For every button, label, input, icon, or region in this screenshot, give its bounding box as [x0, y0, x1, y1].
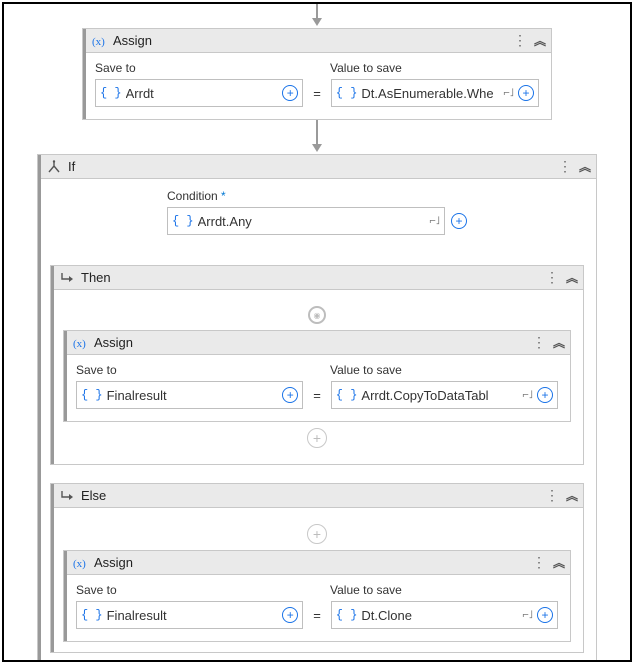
more-menu[interactable]: ⋮ [513, 32, 528, 49]
braces-icon: { } [81, 388, 103, 402]
add-button[interactable]: + [282, 387, 298, 403]
arrow-in-icon [309, 4, 325, 28]
value-label: Value to save [330, 363, 558, 377]
expand-icon[interactable]: ⌐˩ [429, 215, 440, 227]
equals-icon: = [311, 388, 323, 403]
braces-icon: { } [336, 388, 358, 402]
collapse-icon[interactable]: ︽ [579, 158, 588, 175]
variable-icon: (x) [72, 555, 88, 571]
value-label: Value to save [330, 61, 539, 75]
save-to-input[interactable]: { } Finalresult + [76, 601, 303, 629]
then-activity[interactable]: Then ⋮ ︽ ◉ (x) Assign ⋮ ︽ Save to Value … [50, 265, 584, 465]
add-activity-button[interactable]: + [63, 524, 571, 544]
add-button[interactable]: + [451, 213, 467, 229]
activity-title: Assign [94, 555, 526, 570]
more-menu[interactable]: ⋮ [545, 487, 560, 504]
value-input[interactable]: { } Dt.Clone ⌐˩ + [331, 601, 558, 629]
collapse-icon[interactable]: ︽ [566, 269, 575, 286]
expand-icon[interactable]: ⌐˩ [522, 609, 533, 621]
activity-title: Assign [94, 335, 526, 350]
save-to-label: Save to [76, 583, 304, 597]
more-menu[interactable]: ⋮ [545, 269, 560, 286]
braces-icon: { } [336, 608, 358, 622]
sub-arrow-icon [59, 270, 75, 286]
equals-icon: = [311, 86, 323, 101]
expand-icon[interactable]: ⌐˩ [503, 87, 514, 99]
value-label: Value to save [330, 583, 558, 597]
assign-activity-then[interactable]: (x) Assign ⋮ ︽ Save to Value to save { }… [63, 330, 571, 422]
collapse-icon[interactable]: ︽ [534, 32, 543, 49]
workflow-canvas: (x) Assign ⋮ ︽ Save to Value to save { }… [2, 2, 632, 662]
activity-title: Then [81, 270, 539, 285]
activity-title: Assign [113, 33, 507, 48]
collapse-icon[interactable]: ︽ [553, 334, 562, 351]
save-to-input[interactable]: { } Finalresult + [76, 381, 303, 409]
condition-label: Condition * [167, 189, 467, 203]
svg-text:(x): (x) [92, 36, 105, 48]
branch-icon [46, 159, 62, 175]
more-menu[interactable]: ⋮ [532, 334, 547, 351]
variable-icon: (x) [72, 335, 88, 351]
assign-activity-else[interactable]: (x) Assign ⋮ ︽ Save to Value to save { }… [63, 550, 571, 642]
value-input[interactable]: { } Dt.AsEnumerable.Whe ⌐˩ + [331, 79, 539, 107]
save-to-input[interactable]: { } Arrdt + [95, 79, 303, 107]
condition-input[interactable]: { } Arrdt.Any ⌐˩ [167, 207, 445, 235]
else-activity[interactable]: Else ⋮ ︽ + (x) Assign ⋮ ︽ Save to Value … [50, 483, 584, 653]
variable-icon: (x) [91, 33, 107, 49]
sub-arrow-icon [59, 488, 75, 504]
equals-icon: = [311, 608, 323, 623]
add-activity-button[interactable]: + [63, 428, 571, 448]
braces-icon: { } [100, 86, 122, 100]
add-button[interactable]: + [282, 607, 298, 623]
braces-icon: { } [172, 214, 194, 228]
value-input[interactable]: { } Arrdt.CopyToDataTabl ⌐˩ + [331, 381, 558, 409]
add-activity-icon[interactable]: ◉ [63, 306, 571, 324]
if-activity[interactable]: If ⋮ ︽ Condition * { } Arrdt.Any ⌐˩ + Th… [37, 154, 597, 662]
save-to-label: Save to [76, 363, 304, 377]
more-menu[interactable]: ⋮ [558, 158, 573, 175]
activity-title: If [68, 159, 552, 174]
collapse-icon[interactable]: ︽ [553, 554, 562, 571]
expand-icon[interactable]: ⌐˩ [522, 389, 533, 401]
add-button[interactable]: + [518, 85, 534, 101]
braces-icon: { } [81, 608, 103, 622]
add-button[interactable]: + [282, 85, 298, 101]
add-button[interactable]: + [537, 607, 553, 623]
add-button[interactable]: + [537, 387, 553, 403]
activity-title: Else [81, 488, 539, 503]
save-to-label: Save to [95, 61, 304, 75]
svg-text:(x): (x) [73, 338, 86, 350]
connector-arrow-icon [309, 120, 325, 154]
svg-text:(x): (x) [73, 558, 86, 570]
assign-activity-1[interactable]: (x) Assign ⋮ ︽ Save to Value to save { }… [82, 28, 552, 120]
more-menu[interactable]: ⋮ [532, 554, 547, 571]
braces-icon: { } [336, 86, 358, 100]
collapse-icon[interactable]: ︽ [566, 487, 575, 504]
